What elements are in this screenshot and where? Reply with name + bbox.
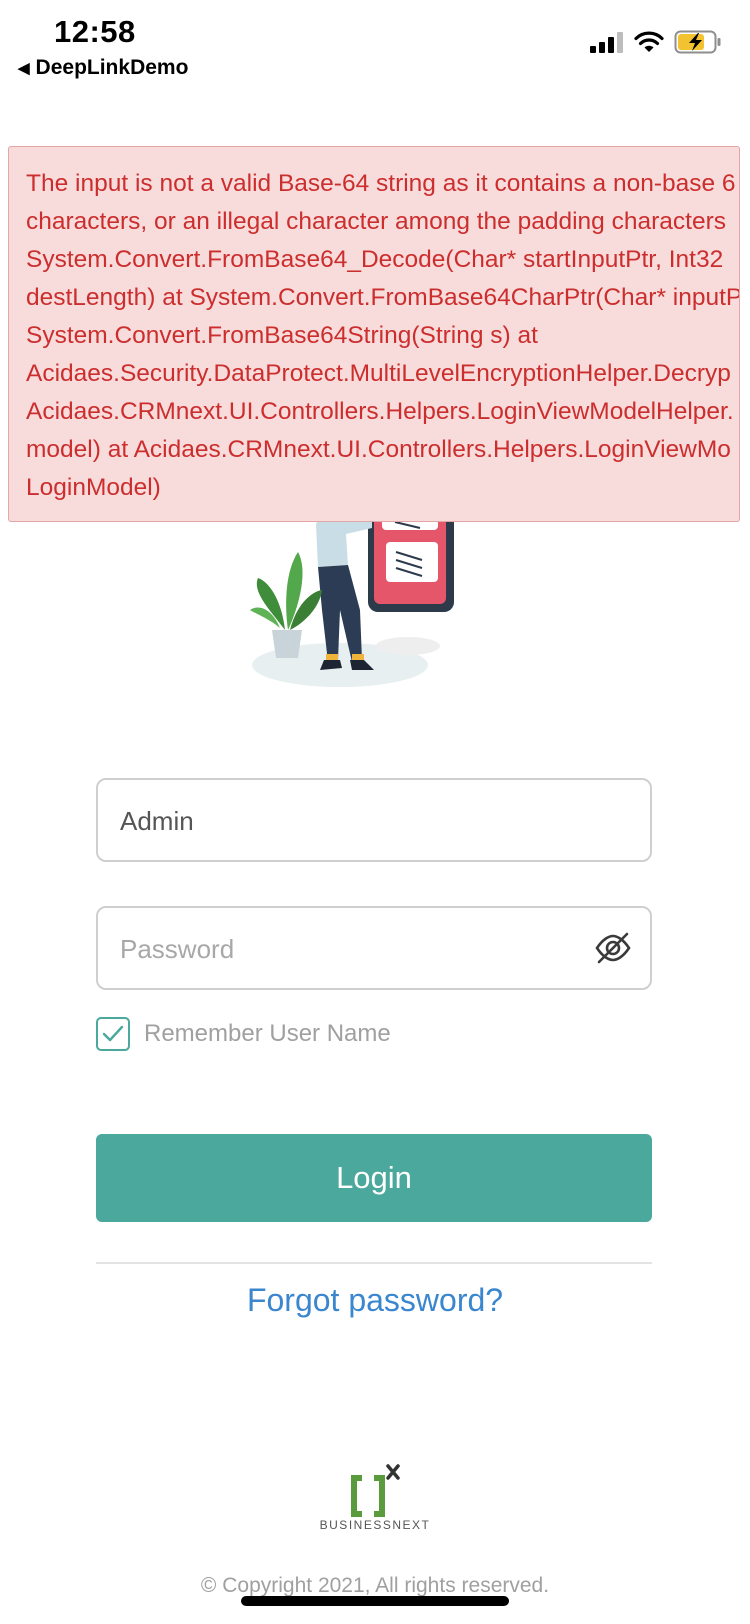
- error-line: Acidaes.Security.DataProtect.MultiLevelE…: [26, 360, 731, 387]
- error-line: destLength) at System.Convert.FromBase64…: [26, 284, 740, 311]
- password-input[interactable]: [118, 908, 582, 990]
- cellular-signal-icon: [590, 32, 623, 53]
- remember-user-row[interactable]: Remember User Name: [96, 1017, 391, 1051]
- wifi-icon: [634, 31, 664, 52]
- back-app-label: DeepLinkDemo: [35, 56, 189, 79]
- error-line: LoginModel): [26, 474, 161, 501]
- username-input[interactable]: [118, 780, 582, 862]
- remember-checkbox[interactable]: [96, 1017, 130, 1051]
- error-alert: The input is not a valid Base-64 string …: [8, 146, 740, 522]
- username-field[interactable]: [96, 778, 652, 862]
- back-to-app-link[interactable]: ◀ DeepLinkDemo: [18, 56, 188, 80]
- error-message: The input is not a valid Base-64 string …: [26, 165, 740, 507]
- status-time: 12:58: [54, 14, 136, 49]
- error-line: characters, or an illegal character amon…: [26, 208, 726, 235]
- divider: [96, 1262, 652, 1264]
- error-line: System.Convert.FromBase64String(String s…: [26, 322, 538, 349]
- battery-charging-icon: [674, 30, 721, 54]
- forgot-password-link[interactable]: Forgot password?: [0, 1282, 750, 1319]
- logo-text: BUSINESSNEXT: [319, 1518, 431, 1532]
- home-indicator[interactable]: [241, 1596, 509, 1606]
- back-triangle-icon: ◀: [18, 60, 30, 77]
- error-line: The input is not a valid Base-64 string …: [26, 170, 736, 197]
- login-button[interactable]: Login: [96, 1134, 652, 1222]
- status-icons: [590, 30, 722, 54]
- copyright-text: © Copyright 2021, All rights reserved.: [200, 1574, 550, 1597]
- password-field[interactable]: [96, 906, 652, 990]
- error-line: model) at Acidaes.CRMnext.UI.Controllers…: [26, 436, 731, 463]
- error-line: Acidaes.CRMnext.UI.Controllers.Helpers.L…: [26, 398, 734, 425]
- error-line: System.Convert.FromBase64_Decode(Char* s…: [26, 246, 724, 273]
- checkmark-icon: [102, 1025, 124, 1042]
- eye-slash-icon[interactable]: [594, 930, 632, 966]
- remember-label: Remember User Name: [144, 1020, 391, 1047]
- login-illustration: [250, 510, 454, 687]
